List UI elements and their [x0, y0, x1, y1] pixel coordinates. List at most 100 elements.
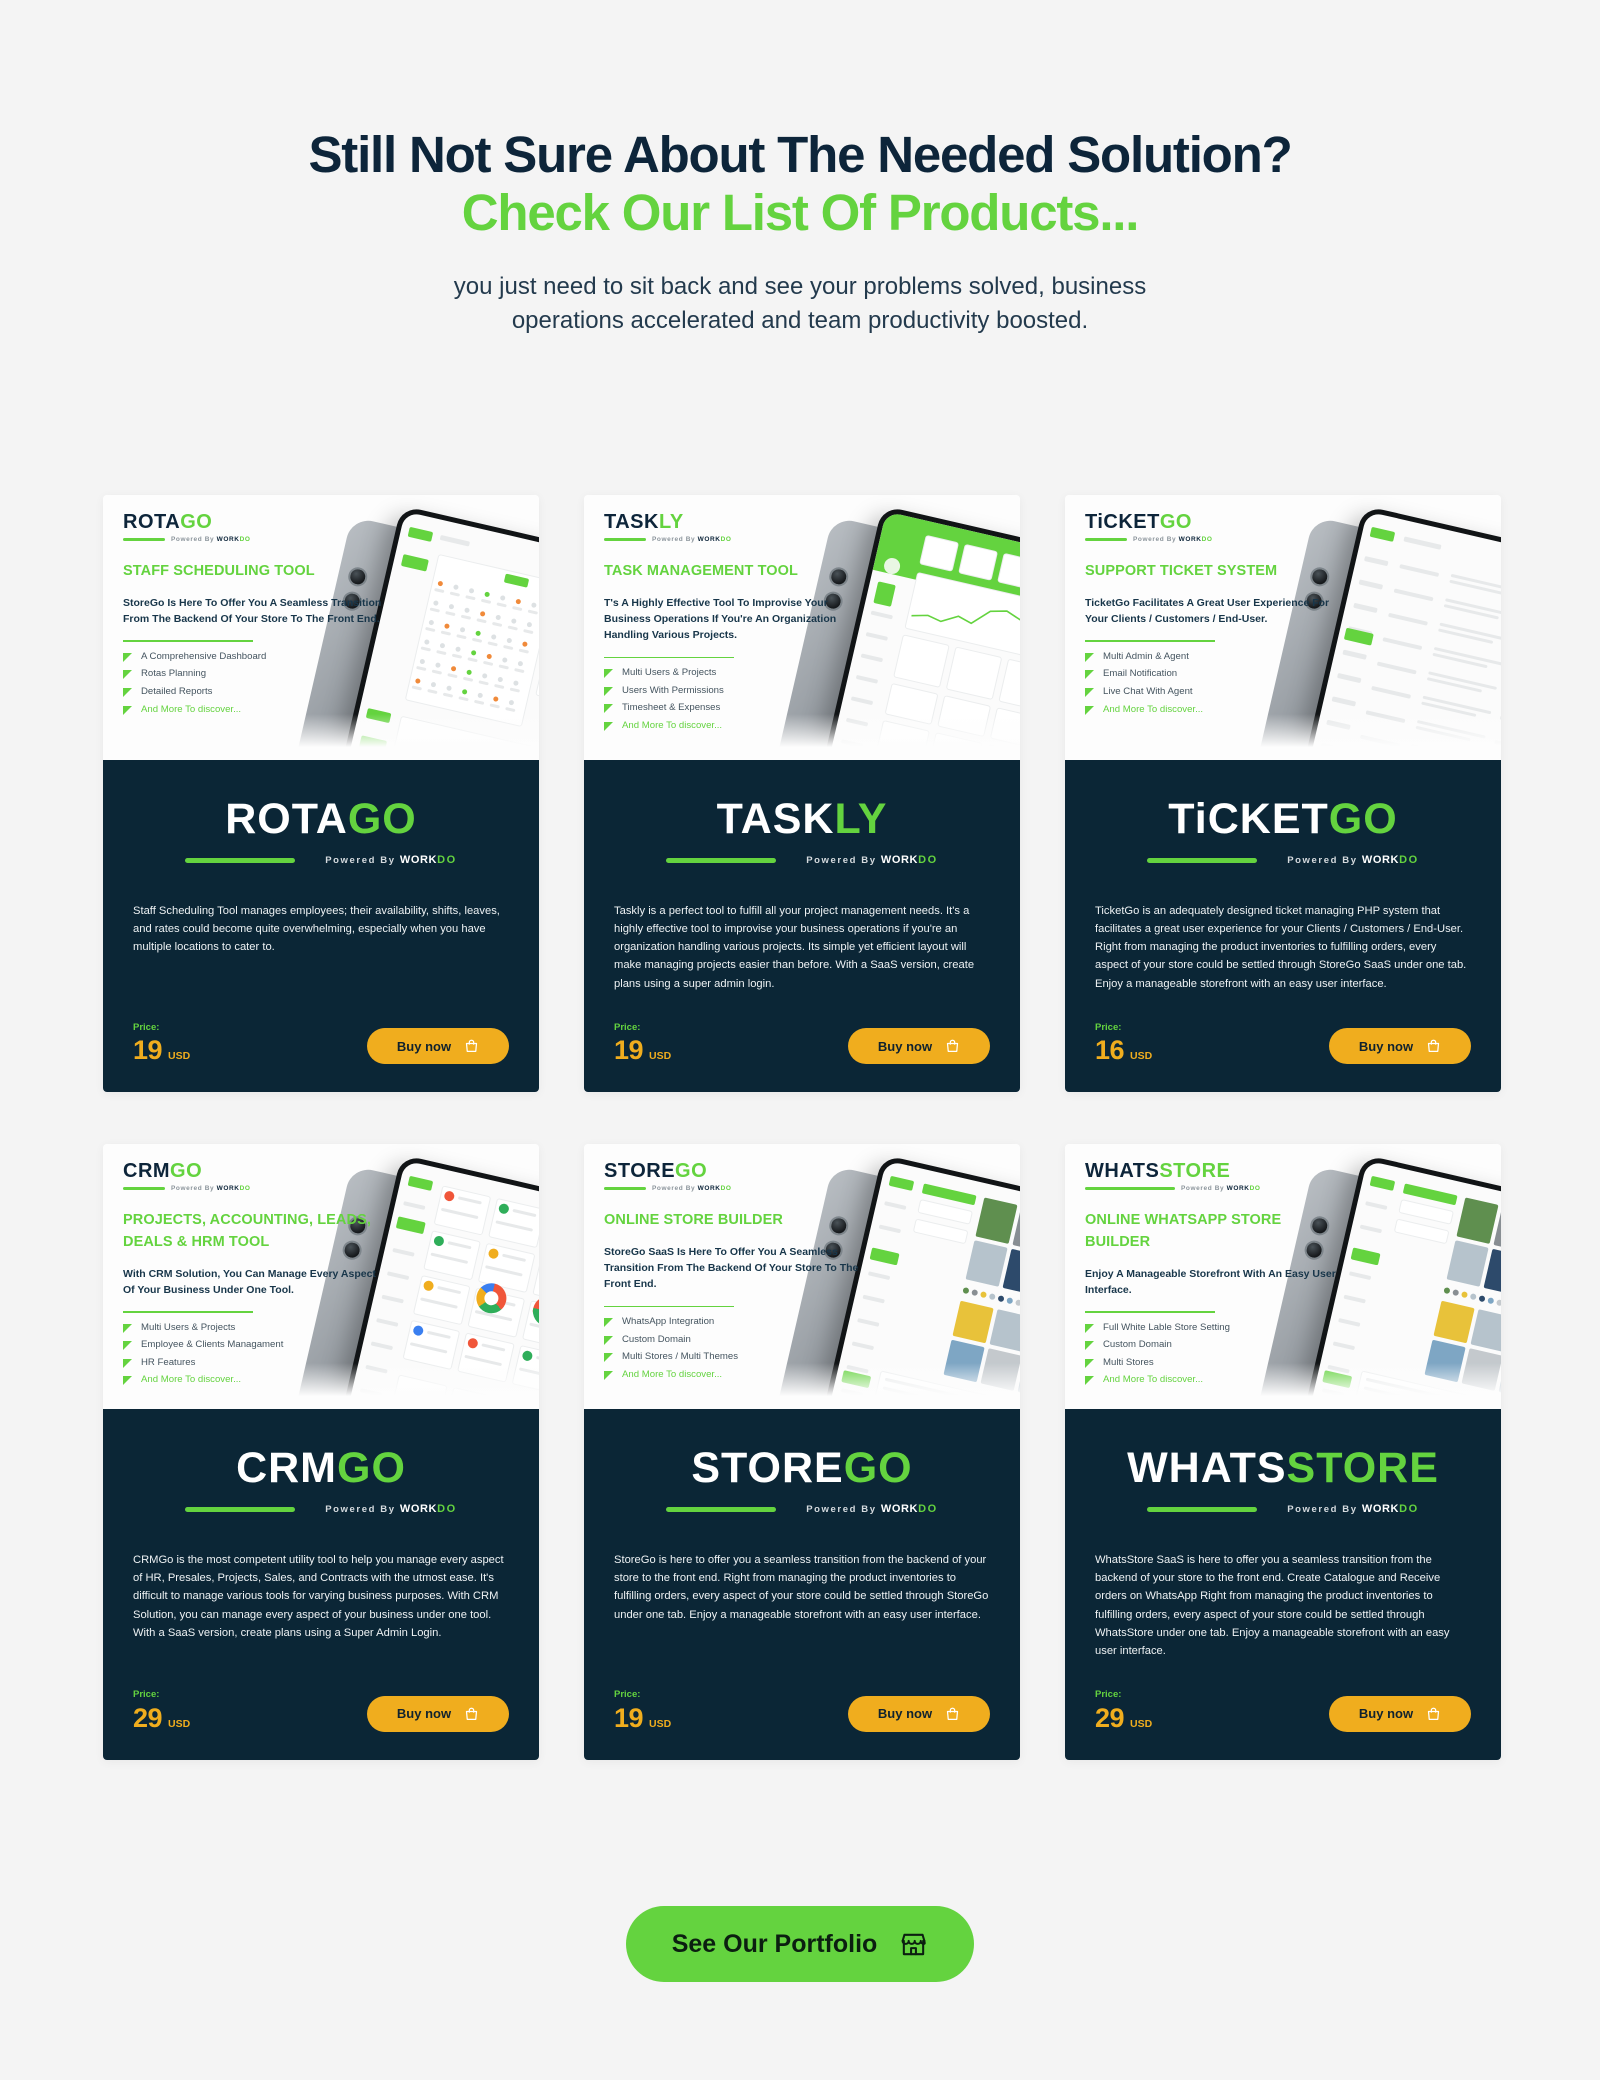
- promo-title: PROJECTS, ACCOUNTING, LEADS, DEALS & HRM…: [123, 1212, 371, 1250]
- price-amount: 19: [614, 1702, 644, 1733]
- price-amount: 16: [1095, 1035, 1125, 1066]
- logo-text-green: GO: [1159, 511, 1192, 533]
- buy-now-button[interactable]: Buy now: [367, 1028, 509, 1065]
- logo-underline: [185, 1506, 296, 1512]
- feature-label: Custom Domain: [622, 1333, 691, 1345]
- feature-list: Multi Admin & Agent Email Notification Liv…: [1085, 650, 1337, 715]
- chevron-marker-icon: [604, 669, 613, 679]
- portfolio-button-label: See Our Portfolio: [671, 1929, 878, 1958]
- promo-title: TASK MANAGEMENT TOOL: [604, 563, 798, 579]
- logo-text-green: GO: [170, 1160, 203, 1183]
- logo-text-green: GO: [1328, 795, 1398, 843]
- feature-item: A Comprehensive Dashboard: [123, 650, 375, 663]
- feature-item: Multi Admin & Agent: [1085, 650, 1337, 663]
- feature-item: Users With Permissions: [604, 685, 856, 697]
- price-block: Price: 29 USD: [133, 1690, 190, 1732]
- feature-label: Multi Stores: [1103, 1356, 1154, 1368]
- price-label: Price:: [133, 1021, 160, 1033]
- feature-label: Rotas Planning: [141, 668, 207, 680]
- chevron-marker-icon: [123, 705, 132, 715]
- price-and-cta-row: Price: 29 USD Buy now: [133, 1660, 509, 1732]
- page-header: Still Not Sure About The Needed Solution…: [0, 0, 1600, 338]
- product-logo-large: ROTAGO Powered By WORKDO: [133, 798, 509, 866]
- promo-description: T's A Highly Effective Tool To Improvise…: [604, 596, 837, 642]
- feature-item: Custom Domain: [604, 1333, 856, 1346]
- product-description: TicketGo is an adequately designed ticke…: [1095, 905, 1467, 990]
- feature-item: Timesheet & Expenses: [604, 703, 856, 714]
- product-logo-large: STOREGO Powered By WORKDO: [614, 1447, 990, 1515]
- price-and-cta-row: Price: 19 USD Buy now: [614, 1660, 990, 1732]
- chevron-marker-icon: [1085, 1358, 1094, 1368]
- feature-item: Live Chat With Agent: [1085, 686, 1337, 698]
- chevron-marker-icon: [123, 1323, 132, 1333]
- chevron-marker-icon: [1085, 1323, 1094, 1333]
- feature-label: A Comprehensive Dashboard: [141, 650, 267, 662]
- buy-now-button[interactable]: Buy now: [1329, 1695, 1471, 1732]
- chevron-marker-icon: [123, 1358, 132, 1368]
- product-description: WhatsStore SaaS is here to offer you a s…: [1095, 1554, 1450, 1657]
- price-and-cta-row: Price: 19 USD Buy now: [614, 993, 990, 1065]
- card-detail-panel: TiCKETGO Powered By WORKDO TicketGo is an …: [1065, 760, 1501, 1093]
- feature-item: And More To discover...: [123, 1375, 375, 1386]
- product-logo-small: TASKLY Powered By WORKDO: [604, 512, 856, 543]
- chevron-marker-icon: [123, 652, 132, 662]
- logo-text-green: GO: [675, 1160, 708, 1183]
- buy-now-button[interactable]: Buy now: [848, 1028, 990, 1065]
- promo-description: With CRM Solution, You Can Manage Every …: [123, 1267, 376, 1296]
- divider: [123, 640, 253, 642]
- card-detail-panel: ROTAGO Powered By WORKDO Staff Scheduling …: [103, 760, 539, 1093]
- feature-label: And More To discover...: [141, 1374, 242, 1386]
- logo-text-dark: ROTA: [123, 511, 181, 533]
- feature-label: Multi Admin & Agent: [1103, 650, 1189, 662]
- logo-underline: [666, 857, 777, 863]
- feature-label: And More To discover...: [141, 703, 242, 715]
- price-label: Price:: [133, 1689, 160, 1701]
- price-label: Price:: [614, 1689, 641, 1701]
- product-description: CRMGo is the most competent utility tool…: [133, 1554, 504, 1639]
- feature-item: HR Features: [123, 1357, 375, 1369]
- logo-text-dark: CRM: [123, 1160, 171, 1183]
- chevron-marker-icon: [1085, 705, 1094, 715]
- product-logo-large: TASKLY Powered By WORKDO: [614, 798, 990, 866]
- feature-item: Full White Lable Store Setting: [1085, 1322, 1337, 1334]
- buy-now-button[interactable]: Buy now: [367, 1695, 509, 1732]
- product-card: STOREGO Powered By WORKDO ONLINE STORE BUI…: [584, 1144, 1020, 1760]
- price-block: Price: 19 USD: [614, 1023, 671, 1065]
- price-amount: 19: [133, 1035, 163, 1066]
- card-detail-panel: WHATSSTORE Powered By WORKDO WhatsStore Sa…: [1065, 1409, 1501, 1760]
- product-logo-large: CRMGO Powered By WORKDO: [133, 1447, 509, 1515]
- powered-by-label: Powered By WORKDO: [652, 1185, 732, 1193]
- product-card: ROTAGO Powered By WORKDO STAFF SCHEDULING …: [103, 495, 539, 1093]
- logo-text-white: TiCKET: [1168, 795, 1329, 843]
- buy-now-button[interactable]: Buy now: [1329, 1028, 1471, 1065]
- chevron-marker-icon: [123, 670, 132, 680]
- feature-label: Email Notification: [1103, 668, 1178, 680]
- powered-by-label: Powered By WORKDO: [1133, 536, 1213, 543]
- page-title-line1: Still Not Sure About The Needed Solution…: [308, 126, 1292, 183]
- feature-item: Detailed Reports: [123, 686, 375, 698]
- buy-now-label: Buy now: [877, 1038, 933, 1054]
- chevron-marker-icon: [604, 1370, 613, 1380]
- price-currency: USD: [168, 1050, 191, 1063]
- product-card: TASKLY Powered By WORKDO TASK MANAGEMENT T…: [584, 495, 1020, 1093]
- price-and-cta-row: Price: 16 USD Buy now: [1095, 993, 1471, 1065]
- powered-by-label: Powered By WORKDO: [806, 854, 938, 866]
- promo-title: ONLINE STORE BUILDER: [604, 1212, 783, 1229]
- shopping-bag-icon: [1426, 1706, 1441, 1722]
- feature-item: Multi Users & Projects: [604, 668, 856, 679]
- buy-now-button[interactable]: Buy now: [848, 1695, 990, 1732]
- see-our-portfolio-button[interactable]: See Our Portfolio: [625, 1906, 975, 1982]
- feature-item: Custom Domain: [1085, 1340, 1337, 1351]
- product-description: Taskly is a perfect tool to fulfill all …: [614, 905, 975, 990]
- feature-label: And More To discover...: [1103, 1374, 1204, 1386]
- card-detail-panel: TASKLY Powered By WORKDO Taskly is a perfe…: [584, 760, 1020, 1093]
- product-logo-small: TiCKETGO Powered By WORKDO: [1085, 512, 1337, 543]
- feature-item: And More To discover...: [604, 1369, 856, 1381]
- logo-text-dark: WHATS: [1085, 1160, 1160, 1183]
- chevron-marker-icon: [123, 687, 132, 697]
- card-promo-panel: TASKLY Powered By WORKDO TASK MANAGEMENT T…: [584, 495, 1020, 760]
- product-logo-small: ROTAGO Powered By WORKDO: [123, 512, 375, 543]
- logo-text-white: ROTA: [225, 795, 348, 843]
- card-promo-panel: ROTAGO Powered By WORKDO STAFF SCHEDULING …: [103, 495, 539, 760]
- promo-title: SUPPORT TICKET SYSTEM: [1085, 563, 1278, 579]
